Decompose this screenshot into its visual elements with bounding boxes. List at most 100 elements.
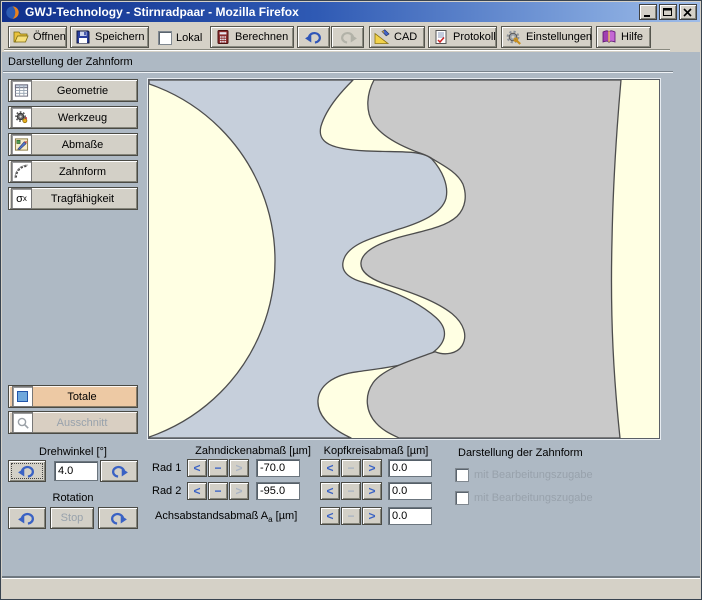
rad2-kopfkreis-reset-button[interactable]: − xyxy=(341,482,361,500)
bearbeitungszugabe-1-checkbox[interactable] xyxy=(455,468,469,482)
rad1-kopfkreis-reset-button[interactable]: − xyxy=(341,459,361,477)
stop-label: Stop xyxy=(61,512,84,524)
heading-separator xyxy=(3,71,673,73)
gear-2-shape xyxy=(361,80,621,438)
spinner-right-glyph: > xyxy=(368,461,375,475)
achsabstand-reset-button[interactable]: − xyxy=(341,507,361,525)
achsabstand-label-unit: [µm] xyxy=(273,510,298,522)
spinner-minus-glyph: − xyxy=(347,461,354,475)
cad-button[interactable]: CAD xyxy=(369,26,425,48)
undo-button[interactable] xyxy=(297,26,330,48)
achsabstand-input[interactable] xyxy=(388,507,432,525)
rotation-cw-button[interactable] xyxy=(98,507,138,529)
sidebar-item-geometrie[interactable]: Geometrie xyxy=(8,79,138,102)
spinner-left-glyph: < xyxy=(326,509,333,523)
achsabstand-increase-button[interactable]: > xyxy=(362,507,382,525)
sidebar-item-werkzeug[interactable]: Werkzeug xyxy=(8,106,138,129)
toolbar-separator xyxy=(4,49,670,51)
bearbeitungszugabe-2-checkbox[interactable] xyxy=(455,491,469,505)
sidebar-item-zahnform[interactable]: Zahnform xyxy=(8,160,138,183)
rotation-ccw-button[interactable] xyxy=(8,507,46,529)
rad2-zahndicke-increase-button[interactable]: > xyxy=(229,482,249,500)
settings-button[interactable]: Einstellungen xyxy=(501,26,592,48)
tooth-form-icon xyxy=(11,161,32,182)
help-label: Hilfe xyxy=(621,31,643,43)
rad2-zahndicke-reset-button[interactable]: − xyxy=(208,482,228,500)
drehwinkel-label: Drehwinkel [°] xyxy=(8,446,138,458)
magnifier-icon xyxy=(12,412,33,433)
rad1-zahndicke-decrease-button[interactable]: < xyxy=(187,459,207,477)
rad1-kopfkreis-input[interactable] xyxy=(388,459,432,477)
maximize-icon xyxy=(663,8,673,17)
local-checkbox-label: Lokal xyxy=(176,32,202,44)
save-button[interactable]: Speichern xyxy=(70,26,149,48)
local-checkbox[interactable] xyxy=(158,31,172,45)
rotation-stop-button[interactable]: Stop xyxy=(50,507,94,529)
spinner-minus-glyph: − xyxy=(214,461,221,475)
rotation-ccw-icon xyxy=(17,511,37,526)
firefox-app-icon xyxy=(5,5,20,20)
minimize-button[interactable] xyxy=(639,4,657,20)
spinner-right-glyph: > xyxy=(235,484,242,498)
minimize-icon xyxy=(643,8,653,17)
rotate-ccw-step-button[interactable] xyxy=(8,460,46,482)
rotate-cw-icon xyxy=(109,464,129,479)
sidebar-item-abmasse[interactable]: Abmaße xyxy=(8,133,138,156)
achsabstand-label: Achsabstandsabmaß Aa [µm] xyxy=(155,510,297,524)
spinner-left-glyph: < xyxy=(326,461,333,475)
close-button[interactable] xyxy=(679,4,697,20)
rad2-zahndicke-decrease-button[interactable]: < xyxy=(187,482,207,500)
sidebar-item-label: Abmaße xyxy=(32,139,137,151)
calculate-button[interactable]: Berechnen xyxy=(210,26,294,48)
ausschnitt-view-button[interactable]: Ausschnitt xyxy=(8,411,138,434)
undo-icon xyxy=(304,30,324,45)
ausschnitt-label: Ausschnitt xyxy=(33,417,137,429)
protocol-button[interactable]: Protokoll xyxy=(428,26,497,48)
rad1-zahndicke-reset-button[interactable]: − xyxy=(208,459,228,477)
spinner-minus-glyph: − xyxy=(347,509,354,523)
spinner-right-glyph: > xyxy=(368,484,375,498)
rad2-kopfkreis-increase-button[interactable]: > xyxy=(362,482,382,500)
totale-label: Totale xyxy=(33,391,137,403)
cad-label: CAD xyxy=(394,31,417,43)
calculate-label: Berechnen xyxy=(235,31,288,43)
achsabstand-decrease-button[interactable]: < xyxy=(320,507,340,525)
spinner-right-glyph: > xyxy=(368,509,375,523)
spinner-left-glyph: < xyxy=(193,461,200,475)
settings-gear-icon xyxy=(506,29,522,45)
rotate-cw-step-button[interactable] xyxy=(100,460,138,482)
window-title: GWJ-Technology - Stirnradpaar - Mozilla … xyxy=(25,5,299,19)
zahndicken-column-header: Zahndickenabmaß [µm] xyxy=(185,445,321,457)
sigma-sub: x xyxy=(23,194,27,203)
title-bar: GWJ-Technology - Stirnradpaar - Mozilla … xyxy=(2,2,700,22)
help-book-icon xyxy=(601,29,617,45)
spinner-minus-glyph: − xyxy=(214,484,221,498)
geometry-grid-icon xyxy=(11,80,32,101)
zahnform-canvas xyxy=(148,79,660,439)
rad1-label: Rad 1 xyxy=(152,462,181,474)
save-label: Speichern xyxy=(95,31,145,43)
rad1-kopfkreis-increase-button[interactable]: > xyxy=(362,459,382,477)
sidebar-item-tragfaehigkeit[interactable]: σx Tragfähigkeit xyxy=(8,187,138,210)
help-button[interactable]: Hilfe xyxy=(596,26,651,48)
totale-view-button[interactable]: Totale xyxy=(8,385,138,408)
status-bar xyxy=(2,578,700,598)
open-folder-icon xyxy=(13,29,29,45)
rotate-ccw-icon xyxy=(17,464,37,479)
rad2-kopfkreis-input[interactable] xyxy=(388,482,432,500)
rad2-zahndicke-input[interactable] xyxy=(256,482,300,500)
maximize-button[interactable] xyxy=(659,4,677,20)
drehwinkel-input[interactable] xyxy=(54,461,98,481)
cad-icon xyxy=(374,29,390,45)
sidebar-item-label: Tragfähigkeit xyxy=(32,193,137,205)
rad1-zahndicke-increase-button[interactable]: > xyxy=(229,459,249,477)
redo-button[interactable] xyxy=(331,26,364,48)
rad1-zahndicke-input[interactable] xyxy=(256,459,300,477)
rad1-kopfkreis-decrease-button[interactable]: < xyxy=(320,459,340,477)
rad2-kopfkreis-decrease-button[interactable]: < xyxy=(320,482,340,500)
open-button[interactable]: Öffnen xyxy=(8,26,67,48)
achsabstand-label-main: Achsabstandsabmaß A xyxy=(155,510,268,522)
sidebar-item-label: Werkzeug xyxy=(32,112,137,124)
save-floppy-icon xyxy=(75,29,91,45)
full-view-icon xyxy=(12,386,33,407)
